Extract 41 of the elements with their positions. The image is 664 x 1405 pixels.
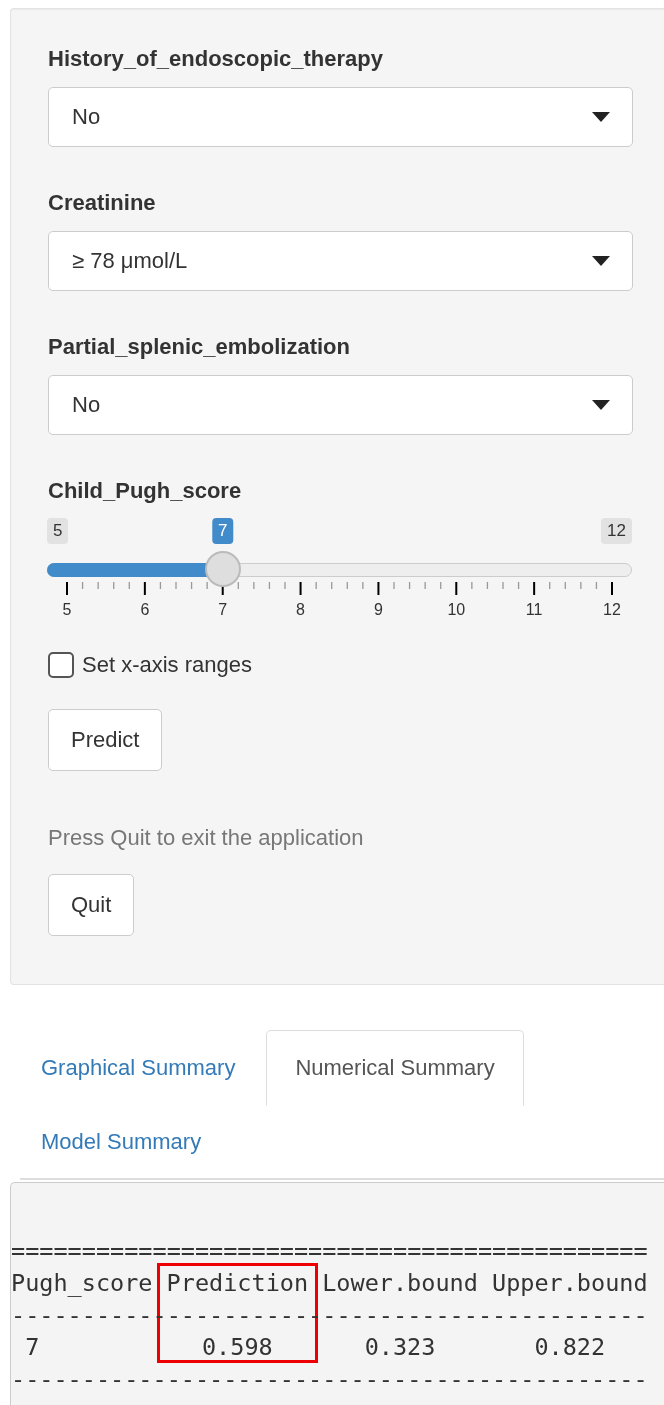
quit-button[interactable]: Quit (48, 874, 135, 936)
table-rule: --------------------------------------------- (11, 1364, 648, 1395)
table-cell-text: 7 (24, 1332, 41, 1363)
caret-icon (592, 400, 610, 410)
field-label: Partial_splenic_embolization (48, 333, 350, 361)
table-cell-text: 0.822 (533, 1332, 607, 1363)
tick-label: 11 (525, 600, 543, 620)
caret-icon (592, 256, 610, 266)
tick-label: 8 (296, 600, 305, 620)
column-header: Lower.bound (322, 1268, 478, 1299)
predict-button[interactable]: Predict (48, 709, 163, 771)
column-header: Pugh_score (11, 1268, 153, 1299)
tick-label: 9 (373, 600, 383, 620)
slider-label: Child_Pugh_score (48, 477, 242, 505)
field-label: Creatinine (48, 189, 156, 217)
tick-label: 7 (218, 600, 228, 620)
tab[interactable]: Model Summary (20, 1104, 223, 1180)
column-header: Upper.bound (492, 1268, 648, 1299)
tab[interactable]: Graphical Summary (20, 1030, 257, 1106)
dropdown[interactable]: ≥ 78 μmol/L (48, 231, 633, 291)
checkbox[interactable] (48, 652, 74, 678)
table-cell-text: 0.598 (200, 1332, 274, 1363)
min-value: 5 (47, 518, 69, 544)
max-value: 12 (601, 518, 632, 544)
caret-icon (592, 112, 610, 122)
tab[interactable]: Numerical Summary (266, 1030, 524, 1106)
checkbox-label: Set x-axis ranges (82, 652, 252, 678)
column-header: Prediction (166, 1268, 309, 1299)
tick-label: 10 (447, 600, 466, 620)
dropdown[interactable]: No (48, 87, 633, 147)
slider-handle[interactable] (204, 551, 241, 587)
tick-label: 12 (603, 600, 621, 620)
help-text: Press Quit to exit the application (48, 824, 365, 852)
current-value: 7 (211, 518, 234, 544)
tick-label: 5 (62, 600, 72, 620)
table-rule: ============================================= (11, 1236, 648, 1267)
dropdown[interactable]: No (48, 375, 633, 435)
table-rule: --------------------------------------------- (11, 1300, 648, 1331)
field-label: History_of_endoscopic_therapy (48, 45, 383, 73)
tick-label: 6 (140, 600, 150, 620)
table-cell-text: 0.323 (363, 1332, 437, 1363)
